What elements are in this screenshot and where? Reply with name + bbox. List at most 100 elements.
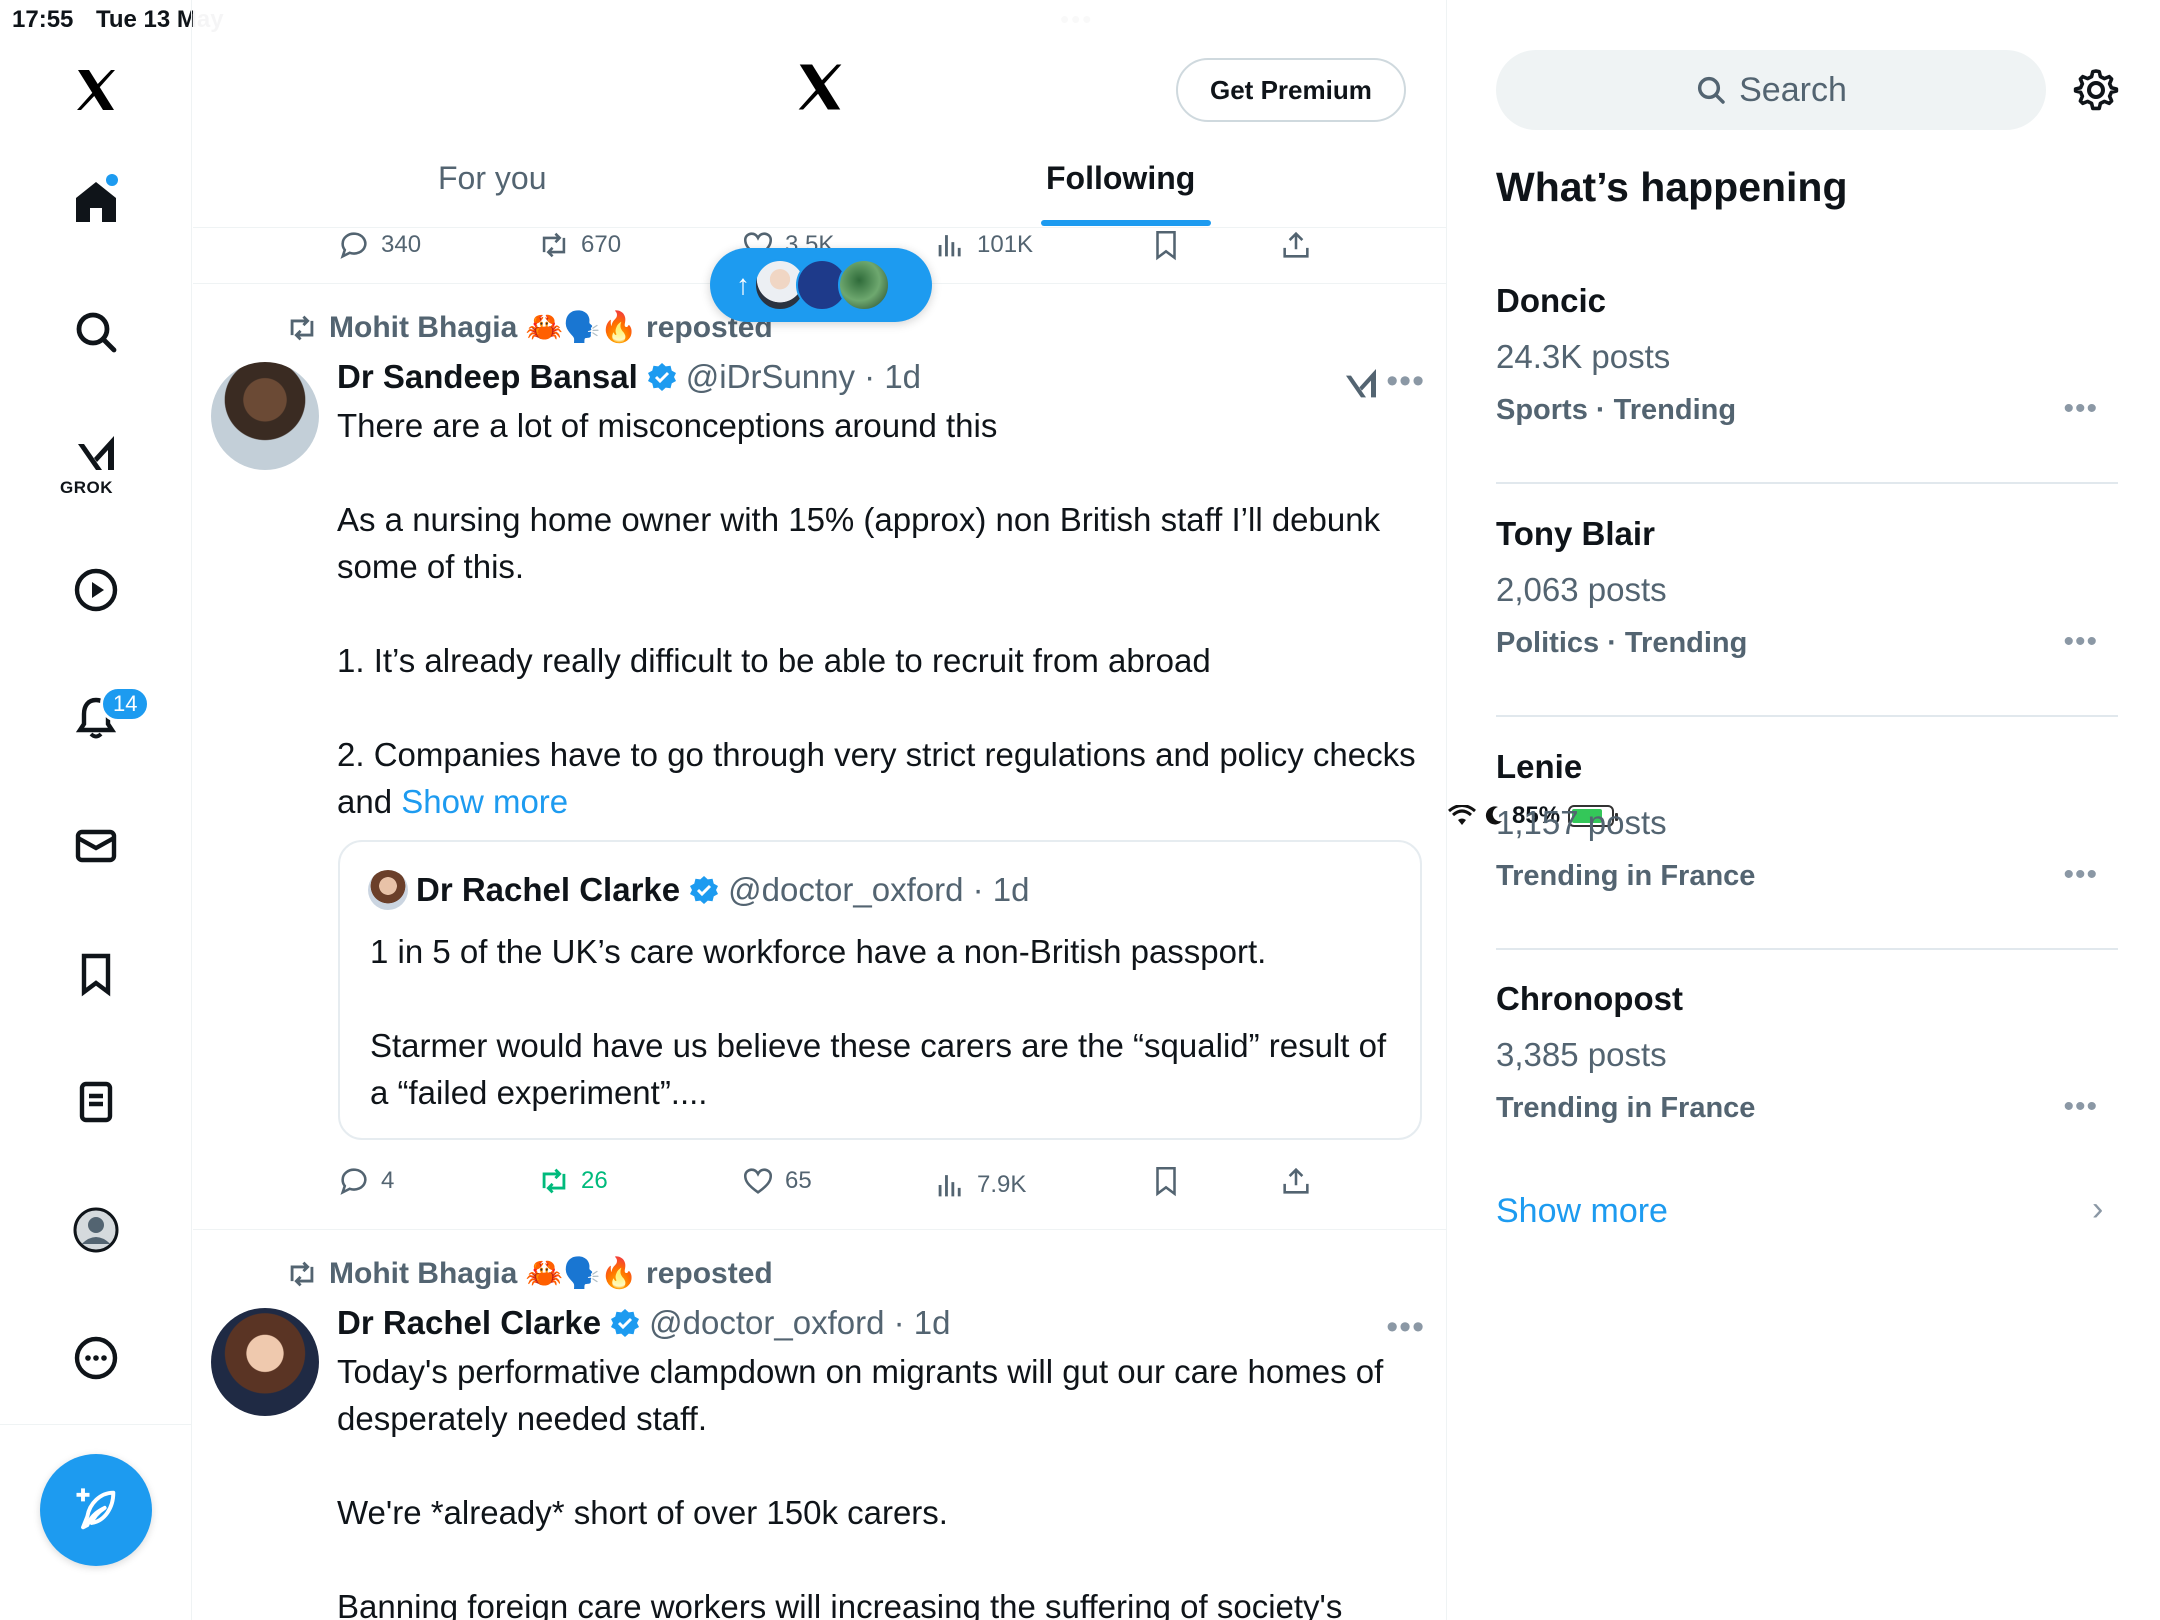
post-paragraph: Today's performative clampdown on migran…	[337, 1353, 1384, 1437]
author-handle: @iDrSunny · 1d	[685, 358, 922, 395]
share-button[interactable]	[1279, 1164, 1313, 1198]
x-logo-icon[interactable]	[793, 60, 847, 114]
avatar[interactable]	[211, 362, 319, 470]
share-button[interactable]	[1279, 228, 1313, 262]
post[interactable]: Mohit Bhagia 🦀🗣️🔥 reposted Dr Sandeep Ba…	[193, 284, 1446, 1230]
profile-icon[interactable]	[56, 1190, 136, 1270]
bookmark-icon[interactable]	[56, 934, 136, 1014]
bookmark-button[interactable]	[1149, 1164, 1183, 1198]
search-placeholder: Search	[1739, 70, 1847, 109]
reply-button[interactable]: 340	[337, 228, 421, 262]
repost-context-text: Mohit Bhagia 🦀🗣️🔥 reposted	[329, 1257, 773, 1290]
trend-category: Trending in France	[1496, 1092, 1756, 1124]
get-premium-button[interactable]: Get Premium	[1176, 58, 1406, 122]
mail-icon[interactable]	[56, 806, 136, 886]
quoted-author-handle: @doctor_oxford · 1d	[728, 871, 1030, 908]
sidebar: Search What’s happening Doncic 24.3K pos…	[1448, 0, 2160, 1620]
avatar[interactable]	[211, 1308, 319, 1416]
views-count: 101K	[977, 231, 1034, 258]
video-icon[interactable]	[56, 550, 136, 630]
post-more-button[interactable]: •••	[1386, 1308, 1425, 1347]
author-handle: @doctor_oxford · 1d	[649, 1304, 951, 1341]
search-input[interactable]: Search	[1496, 50, 2046, 130]
post-paragraph: As a nursing home owner with 15% (approx…	[337, 501, 1381, 585]
like-button[interactable]: 65	[741, 1164, 812, 1198]
post-paragraph: 1. It’s already really difficult to be a…	[337, 642, 1211, 679]
trend-more-button[interactable]: •••	[2063, 392, 2098, 426]
trend-more-button[interactable]: •••	[2063, 1090, 2098, 1124]
compose-button[interactable]	[40, 1454, 152, 1566]
reply-icon	[340, 232, 367, 259]
repost-button[interactable]: 670	[537, 228, 621, 262]
verified-icon	[611, 1309, 640, 1337]
views-button[interactable]: 7.9K	[933, 1168, 1026, 1202]
author-name[interactable]: Dr Rachel Clarke	[337, 1304, 601, 1342]
avatar	[368, 870, 408, 910]
bookmark-icon	[1156, 230, 1176, 261]
trend-count: 24.3K posts	[1496, 338, 1671, 375]
grok-icon[interactable]	[1341, 364, 1381, 404]
show-more-link[interactable]: Show more	[401, 783, 568, 820]
timeline-header: Get Premium For you Following	[193, 0, 1446, 228]
tab-for-you[interactable]: For you	[438, 160, 546, 197]
x-logo-icon[interactable]	[56, 50, 136, 130]
share-icon	[1283, 231, 1309, 258]
author-name[interactable]: Dr Sandeep Bansal	[337, 358, 638, 396]
verified-icon	[690, 876, 719, 904]
trend-category: Trending in France	[1496, 860, 1756, 892]
trend-name: Lenie	[1496, 748, 1583, 785]
quoted-post[interactable]: Dr Rachel Clarke @doctor_oxford · 1d 1 i…	[338, 840, 1422, 1140]
repost-icon	[542, 232, 566, 258]
bookmark-icon	[1156, 1166, 1176, 1197]
views-button[interactable]: 101K	[933, 228, 1033, 262]
bookmark-button[interactable]	[1149, 228, 1183, 262]
tab-following[interactable]: Following	[1046, 160, 1195, 197]
more-icon[interactable]	[56, 1318, 136, 1398]
whats-happening-title: What’s happening	[1496, 164, 1848, 210]
divider	[1496, 482, 2118, 484]
trend-item[interactable]: Tony Blair 2,063 posts Politics · Trendi…	[1496, 515, 2118, 747]
post[interactable]: Mohit Bhagia 🦀🗣️🔥 reposted Dr Rachel Cla…	[193, 1230, 1446, 1620]
reply-count: 4	[381, 1167, 395, 1194]
divider	[1496, 948, 2118, 950]
reply-count: 340	[381, 231, 422, 258]
active-tab-indicator	[1041, 220, 1211, 226]
quoted-post-author: Dr Rachel Clarke @doctor_oxford · 1d	[368, 870, 1029, 910]
post-more-button[interactable]: •••	[1386, 362, 1425, 401]
trend-item[interactable]: Chronopost 3,385 posts Trending in Franc…	[1496, 980, 2118, 1212]
trend-more-button[interactable]: •••	[2063, 858, 2098, 892]
avatar	[838, 259, 890, 311]
trend-category: Politics · Trending	[1496, 627, 1748, 659]
post-paragraph: We're *already* short of over 150k carer…	[337, 1494, 948, 1531]
show-more-trends-link[interactable]: Show more	[1496, 1192, 1668, 1231]
home-icon[interactable]	[56, 162, 136, 242]
views-count: 7.9K	[977, 1171, 1027, 1198]
reply-button[interactable]: 4	[337, 1164, 394, 1198]
post-author: Dr Sandeep Bansal @iDrSunny · 1d	[337, 358, 921, 396]
repost-context: Mohit Bhagia 🦀🗣️🔥 reposted	[285, 1256, 773, 1291]
gear-icon[interactable]	[2072, 66, 2120, 114]
repost-count: 26	[581, 1167, 608, 1194]
post-author: Dr Rachel Clarke @doctor_oxford · 1d	[337, 1304, 950, 1342]
views-icon	[938, 1175, 961, 1197]
quoted-paragraph: Starmer would have us believe these care…	[370, 1027, 1387, 1111]
repost-count: 670	[581, 231, 622, 258]
home-unread-dot	[106, 174, 118, 186]
share-icon	[1283, 1167, 1309, 1194]
trend-count: 1,157 posts	[1496, 804, 1667, 841]
search-icon[interactable]	[56, 292, 136, 372]
trend-name: Doncic	[1496, 282, 1607, 319]
arrow-up-icon: ↑	[736, 269, 750, 300]
nav-divider	[0, 1424, 192, 1425]
repost-button[interactable]: 26	[537, 1164, 608, 1198]
like-icon	[743, 1168, 773, 1194]
list-icon[interactable]	[56, 1062, 136, 1142]
trend-item[interactable]: Doncic 24.3K posts Sports · Trending •••	[1496, 282, 2118, 514]
notifications-badge: 14	[100, 686, 151, 722]
grok-label: GROK	[60, 478, 113, 497]
trend-item[interactable]: Lenie 1,157 posts Trending in France •••	[1496, 748, 2118, 980]
new-posts-pill[interactable]: ↑	[710, 248, 932, 322]
chevron-right-icon: ›	[2092, 1190, 2104, 1228]
trend-more-button[interactable]: •••	[2063, 625, 2098, 659]
trend-count: 2,063 posts	[1496, 571, 1667, 608]
